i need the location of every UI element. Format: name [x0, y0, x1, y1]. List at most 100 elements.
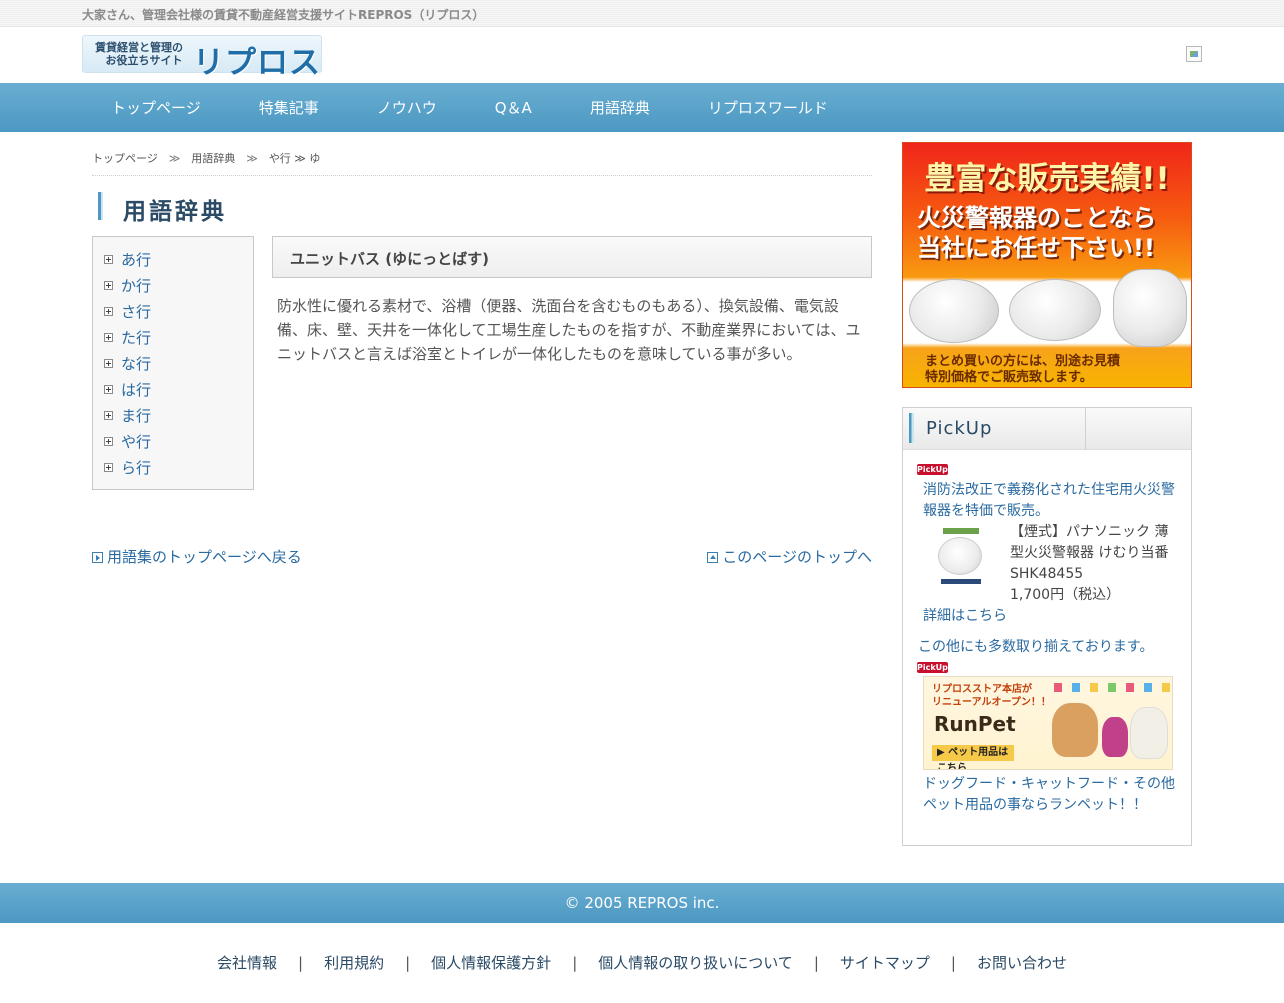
footer-link-company[interactable]: 会社情報: [217, 954, 277, 972]
expand-plus-icon[interactable]: [104, 410, 113, 420]
term-description: 防水性に優れる素材で、浴槽（便器、洗面台を含むものもある）、換気設備、電気設備、…: [277, 297, 861, 363]
page-title: 用語辞典: [123, 199, 227, 225]
smoke-detector-image: [1113, 269, 1187, 347]
kana-item-ka[interactable]: か行: [93, 272, 253, 298]
runpet-logo: RunPet: [934, 712, 1016, 736]
breadcrumb-glossary[interactable]: 用語辞典: [191, 152, 235, 165]
footer-link-sitemap[interactable]: サイトマップ: [840, 954, 930, 972]
kana-item-label: か行: [121, 276, 152, 295]
pet-food-image: [1102, 717, 1128, 757]
pet-products-button[interactable]: ▶ ペット用品はこちら: [932, 745, 1014, 769]
footer-link-privacy-policy[interactable]: 個人情報保護方針: [431, 954, 551, 972]
kana-item-label: な行: [121, 354, 152, 373]
kana-item-ta[interactable]: た行: [93, 324, 253, 350]
breadcrumb-home[interactable]: トップページ: [92, 152, 158, 165]
bunting-flag: [1144, 683, 1152, 692]
bunting-flag: [1090, 683, 1098, 692]
expand-plus-icon[interactable]: [104, 332, 113, 342]
expand-plus-icon[interactable]: [104, 436, 113, 446]
runpet-banner[interactable]: リプロスストア本店が リニューアルオープン！！ RunPet ▶ ペット用品はこ…: [923, 676, 1173, 770]
bunting-flag: [1054, 683, 1062, 692]
more-products-link[interactable]: この他にも多数取り揃えております。: [918, 637, 1153, 658]
nav-item-glossary[interactable]: 用語辞典: [561, 97, 679, 118]
nav-item-knowhow[interactable]: ノウハウ: [348, 97, 466, 118]
bunting-flag: [1108, 683, 1116, 692]
ad-footnote-line1: まとめ買いの方には、別途お見積: [925, 354, 1121, 369]
kana-item-label: や行: [121, 432, 152, 451]
broken-image-icon[interactable]: [1186, 46, 1202, 62]
kana-item-sa[interactable]: さ行: [93, 298, 253, 324]
footer-separator: |: [405, 954, 411, 972]
nav-item-features[interactable]: 特集記事: [230, 97, 348, 118]
kana-item-ra[interactable]: ら行: [93, 454, 253, 480]
kana-item-ha[interactable]: は行: [93, 376, 253, 402]
footer-separator: |: [298, 954, 304, 972]
nav-item-qa[interactable]: Q＆A: [466, 97, 561, 118]
fire-alarm-ad-banner[interactable]: 豊富な販売実績!! 火災警報器のことなら 当社にお任せ下さい!! まとめ買いの方…: [902, 142, 1192, 388]
ad-footnote: まとめ買いの方には、別途お見積 特別価格でご販売致します。: [925, 354, 1185, 386]
expand-plus-icon[interactable]: [104, 462, 113, 472]
kana-item-na[interactable]: な行: [93, 350, 253, 376]
pickup-header: PickUp: [903, 408, 1191, 450]
details-link[interactable]: 詳細はこちら: [923, 606, 1007, 627]
footer-link-contact[interactable]: お問い合わせ: [977, 954, 1067, 972]
footer-copyright: © 2005 REPROS inc.: [0, 883, 1284, 923]
product-code: SHK48455: [1010, 566, 1084, 582]
kana-item-ma[interactable]: ま行: [93, 402, 253, 428]
page-top-link[interactable]: このページのトップへ: [707, 546, 872, 567]
sidebar: 豊富な販売実績!! 火災警報器のことなら 当社にお任せ下さい!! まとめ買いの方…: [902, 142, 1192, 846]
kana-item-label: あ行: [121, 250, 152, 269]
footer-separator: |: [950, 954, 956, 972]
ad-subtitle-line1: 火災警報器のことなら: [917, 204, 1157, 232]
footer-link-terms[interactable]: 利用規約: [324, 954, 384, 972]
pickup-badge-icon: PickUp!: [917, 464, 952, 475]
kana-item-ya[interactable]: や行: [93, 428, 253, 454]
site-tagline: 大家さん、管理会社様の賃貸不動産経営支援サイトREPROS（リプロス）: [82, 8, 485, 22]
divider: [1085, 408, 1086, 450]
runpet-announcement-line1: リプロスストア本店が: [932, 684, 1032, 695]
footer-separator: |: [813, 954, 819, 972]
product-thumbnail[interactable]: [935, 527, 985, 589]
brand-logo: [941, 579, 981, 584]
cat-image: [1130, 707, 1168, 759]
logo-badge-line2: お役立ちサイト: [105, 54, 183, 67]
back-link-label: 用語集のトップページへ戻る: [107, 548, 302, 566]
ad-subtitle-line2: 当社にお任せ下さい!!: [917, 234, 1155, 262]
breadcrumb-separator: ≫: [246, 152, 258, 165]
breadcrumb-separator: ≫: [168, 152, 181, 165]
bunting-flag: [1162, 683, 1170, 692]
kana-item-a[interactable]: あ行: [93, 246, 253, 272]
back-to-glossary-link[interactable]: 用語集のトップページへ戻る: [92, 546, 302, 567]
footer-link-privacy-handling[interactable]: 個人情報の取り扱いについて: [598, 954, 793, 972]
arrow-up-icon: [707, 552, 719, 563]
product-info: 【煙式】パナソニック 薄型火災警報器 けむり当番 SHK48455 1,700円…: [1010, 522, 1178, 606]
runpet-announcement-line2: リニューアルオープン！！: [932, 697, 1051, 708]
ad-title: 豊富な販売実績!!: [924, 161, 1170, 197]
fire-alarm-pickup-link[interactable]: 消防法改正で義務化された住宅用火災警報器を特価で販売。: [923, 480, 1179, 522]
bunting-flag: [1126, 683, 1134, 692]
kana-item-label: ま行: [121, 406, 152, 425]
product-price: 1,700円（税込）: [1010, 587, 1121, 603]
nav-item-top[interactable]: トップページ: [82, 97, 230, 118]
runpet-link[interactable]: ドッグフード・キャットフード・その他ペット用品の事ならランペット！！: [923, 774, 1179, 816]
arrow-right-icon: [92, 552, 103, 563]
product-tag: [943, 528, 979, 534]
kana-index-menu: あ行 か行 さ行 た行 な行 は行 ま行 や行 ら行: [92, 236, 254, 490]
pickup-title: PickUp: [926, 418, 993, 439]
runpet-announcement: リプロスストア本店が リニューアルオープン！！: [932, 683, 1051, 709]
ad-footnote-line2: 特別価格でご販売致します。: [925, 370, 1093, 385]
expand-plus-icon[interactable]: [104, 384, 113, 394]
smoke-detector-image: [909, 279, 999, 343]
footer-links: 会社情報 | 利用規約 | 個人情報保護方針 | 個人情報の取り扱いについて | サイトマップ |…: [0, 952, 1284, 973]
expand-plus-icon[interactable]: [104, 280, 113, 290]
expand-plus-icon[interactable]: [104, 254, 113, 264]
breadcrumb-current: や行 ≫ ゆ: [268, 152, 321, 165]
nav-item-repros-world[interactable]: リプロスワールド: [679, 97, 857, 118]
pickup-badge-icon: PickUp!: [917, 662, 952, 673]
dog-image: [1052, 703, 1098, 757]
expand-plus-icon[interactable]: [104, 358, 113, 368]
site-logo[interactable]: 賃貸経営と管理の お役立ちサイト リプロス: [82, 35, 322, 81]
kana-item-label: さ行: [121, 302, 152, 321]
smoke-detector-image: [938, 537, 982, 575]
expand-plus-icon[interactable]: [104, 306, 113, 316]
